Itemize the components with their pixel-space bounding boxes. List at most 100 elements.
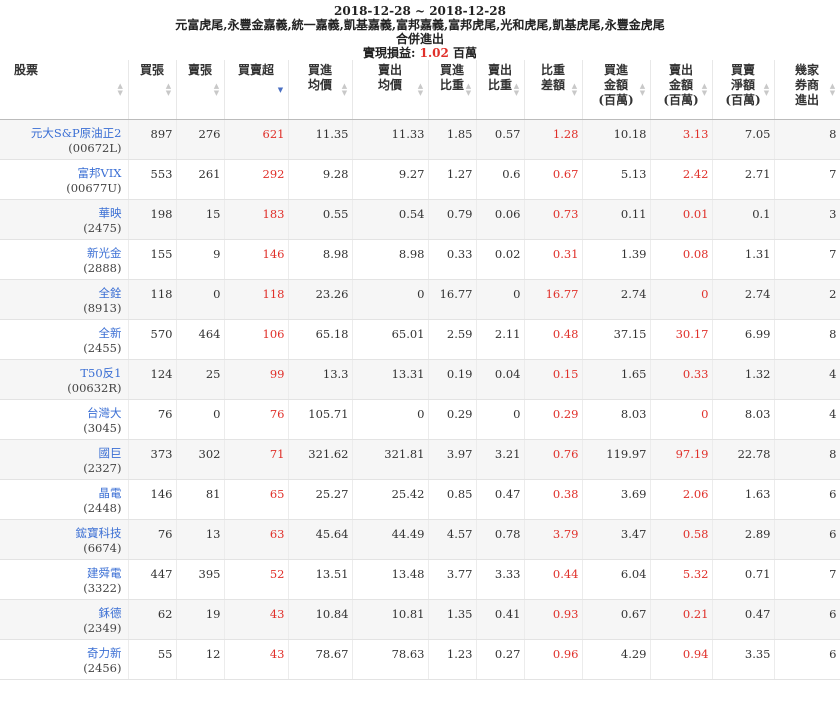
stock-name-link[interactable]: 全新 bbox=[2, 326, 122, 341]
cell-brokers: 7 bbox=[774, 159, 840, 200]
stock-name-link[interactable]: 鋐寶科技 bbox=[2, 526, 122, 541]
sort-down-icon: ▼ bbox=[701, 88, 708, 97]
cell-buy-amt: 5.13 bbox=[582, 159, 651, 200]
table-row: 國巨 (2327) 373 302 71 321.62 321.81 3.97 3.21 0.76… bbox=[0, 439, 840, 480]
cell-net: 71 bbox=[224, 439, 289, 480]
sort-icon[interactable]: ▲ ▼ bbox=[418, 82, 424, 96]
cell-buy-amt: 10.18 bbox=[582, 119, 651, 160]
column-header-sell-ratio[interactable]: 賣出 比重 ▲ ▼ bbox=[476, 60, 525, 120]
cell-brokers: 8 bbox=[774, 439, 840, 480]
sort-icon[interactable]: ▲ ▼ bbox=[702, 82, 708, 96]
stock-name-link[interactable]: 鉌德 bbox=[2, 606, 122, 621]
stock-name-link[interactable]: 新光金 bbox=[2, 246, 122, 261]
cell-buy-avg: 8.98 bbox=[288, 239, 353, 280]
realized-pl-label: 實現損益: bbox=[362, 46, 420, 60]
cell-buy: 55 bbox=[128, 639, 177, 680]
cell-sell-amt: 97.19 bbox=[650, 439, 713, 480]
column-header-brokers[interactable]: 幾家 券商 進出 ▲ ▼ bbox=[774, 60, 840, 120]
sort-icon[interactable]: ▲ ▼ bbox=[572, 82, 578, 96]
stock-code: (3045) bbox=[83, 421, 122, 435]
cell-sell-avg: 25.42 bbox=[352, 479, 429, 520]
sort-icon[interactable]: ▲ ▼ bbox=[342, 82, 348, 96]
cell-sell: 0 bbox=[176, 399, 225, 440]
sort-desc-icon[interactable]: ▼ bbox=[278, 86, 284, 93]
cell-sell: 261 bbox=[176, 159, 225, 200]
cell-sell-amt: 0.01 bbox=[650, 199, 713, 240]
cell-brokers: 4 bbox=[774, 359, 840, 400]
sort-icon[interactable]: ▲ ▼ bbox=[830, 82, 836, 96]
cell-sell-ratio: 0 bbox=[476, 399, 525, 440]
column-header-float-amt[interactable]: 買賣 淨額 (百萬) ▲ ▼ bbox=[712, 60, 775, 120]
column-header-buy-amt[interactable]: 買進 金額 (百萬) ▲ ▼ bbox=[582, 60, 651, 120]
stock-cell: 全銓 (8913) bbox=[0, 279, 129, 320]
column-header-sell-avg[interactable]: 賣出 均價 ▲ ▼ bbox=[352, 60, 429, 120]
cell-sell: 19 bbox=[176, 599, 225, 640]
cell-buy-avg: 13.51 bbox=[288, 559, 353, 600]
cell-brokers: 6 bbox=[774, 479, 840, 520]
sort-icon[interactable]: ▲ ▼ bbox=[764, 82, 770, 96]
cell-sell-amt: 5.32 bbox=[650, 559, 713, 600]
cell-buy-avg: 25.27 bbox=[288, 479, 353, 520]
table-row: 晶電 (2448) 146 81 65 25.27 25.42 0.85 0.47 0.38 3.6… bbox=[0, 479, 840, 520]
cell-sell-avg: 13.48 bbox=[352, 559, 429, 600]
cell-sell: 81 bbox=[176, 479, 225, 520]
sort-icon[interactable]: ▲ ▼ bbox=[640, 82, 646, 96]
sort-icon[interactable]: ▲ ▼ bbox=[118, 82, 124, 96]
cell-ratio-diff: 0.29 bbox=[524, 399, 583, 440]
stock-cell: T50反1 (00632R) bbox=[0, 359, 129, 400]
stock-name-link[interactable]: 國巨 bbox=[2, 446, 122, 461]
cell-float-amt: 0.47 bbox=[712, 599, 775, 640]
stock-name-link[interactable]: 台灣大 bbox=[2, 406, 122, 421]
column-header-sell-amt[interactable]: 賣出 金額 (百萬) ▲ ▼ bbox=[650, 60, 713, 120]
broker-list: 元富虎尾,永豐金嘉義,統一嘉義,凱基嘉義,富邦嘉義,富邦虎尾,光和虎尾,凱基虎尾… bbox=[175, 18, 665, 32]
stock-name-link[interactable]: 華映 bbox=[2, 206, 122, 221]
column-header-label: 買進 bbox=[439, 63, 464, 77]
stock-code: (00672L) bbox=[68, 141, 122, 155]
cell-buy-avg: 11.35 bbox=[288, 119, 353, 160]
cell-buy: 155 bbox=[128, 239, 177, 280]
column-header-ratio-diff[interactable]: 比重 差額 ▲ ▼ bbox=[524, 60, 583, 120]
table-row: 全新 (2455) 570 464 106 65.18 65.01 2.59 2.11 0.48 3… bbox=[0, 319, 840, 360]
column-header-buy-ratio[interactable]: 買進 比重 ▲ ▼ bbox=[428, 60, 477, 120]
column-header-buy[interactable]: 買張 ▲ ▼ bbox=[128, 60, 177, 120]
cell-buy-avg: 9.28 bbox=[288, 159, 353, 200]
cell-ratio-diff: 0.38 bbox=[524, 479, 583, 520]
sort-icon[interactable]: ▲ ▼ bbox=[214, 82, 220, 96]
sort-icon[interactable]: ▲ ▼ bbox=[166, 82, 172, 96]
stock-name-link[interactable]: T50反1 bbox=[2, 366, 121, 381]
column-header-net[interactable]: 買賣超 ▼ bbox=[224, 60, 289, 120]
column-header-buy-avg[interactable]: 買進 均價 ▲ ▼ bbox=[288, 60, 353, 120]
sort-down-icon: ▼ bbox=[341, 88, 348, 97]
stock-name-link[interactable]: 晶電 bbox=[2, 486, 122, 501]
cell-buy-amt: 4.29 bbox=[582, 639, 651, 680]
stock-name-link[interactable]: 建舜電 bbox=[2, 566, 122, 581]
sort-icon[interactable]: ▲ ▼ bbox=[514, 82, 520, 96]
table-row: 富邦VIX (00677U) 553 261 292 9.28 9.27 1.27 0.6 0.6… bbox=[0, 159, 840, 200]
cell-buy-ratio: 0.33 bbox=[428, 239, 477, 280]
column-header-stock[interactable]: 股票 ▲ ▼ bbox=[0, 60, 129, 120]
stock-name-link[interactable]: 元大S&P原油正2 bbox=[2, 126, 122, 141]
cell-float-amt: 8.03 bbox=[712, 399, 775, 440]
cell-sell-ratio: 0.57 bbox=[476, 119, 525, 160]
cell-brokers: 7 bbox=[774, 559, 840, 600]
sort-down-icon: ▼ bbox=[513, 88, 520, 97]
cell-float-amt: 22.78 bbox=[712, 439, 775, 480]
sort-icon[interactable]: ▲ ▼ bbox=[466, 82, 472, 96]
column-header-label: 買進 bbox=[307, 63, 332, 77]
cell-buy-amt: 0.67 bbox=[582, 599, 651, 640]
cell-brokers: 6 bbox=[774, 599, 840, 640]
cell-buy-ratio: 1.23 bbox=[428, 639, 477, 680]
cell-net: 118 bbox=[224, 279, 289, 320]
cell-brokers: 4 bbox=[774, 399, 840, 440]
column-header-label: 股票 bbox=[14, 63, 39, 77]
cell-sell: 15 bbox=[176, 199, 225, 240]
sort-down-icon: ▼ bbox=[213, 88, 220, 97]
stock-name-link[interactable]: 富邦VIX bbox=[2, 166, 121, 181]
cell-buy-avg: 10.84 bbox=[288, 599, 353, 640]
stock-name-link[interactable]: 奇力新 bbox=[2, 646, 122, 661]
stock-name-link[interactable]: 全銓 bbox=[2, 286, 122, 301]
column-header-sell[interactable]: 賣張 ▲ ▼ bbox=[176, 60, 225, 120]
cell-ratio-diff: 0.44 bbox=[524, 559, 583, 600]
cell-net: 52 bbox=[224, 559, 289, 600]
cell-float-amt: 2.89 bbox=[712, 519, 775, 560]
